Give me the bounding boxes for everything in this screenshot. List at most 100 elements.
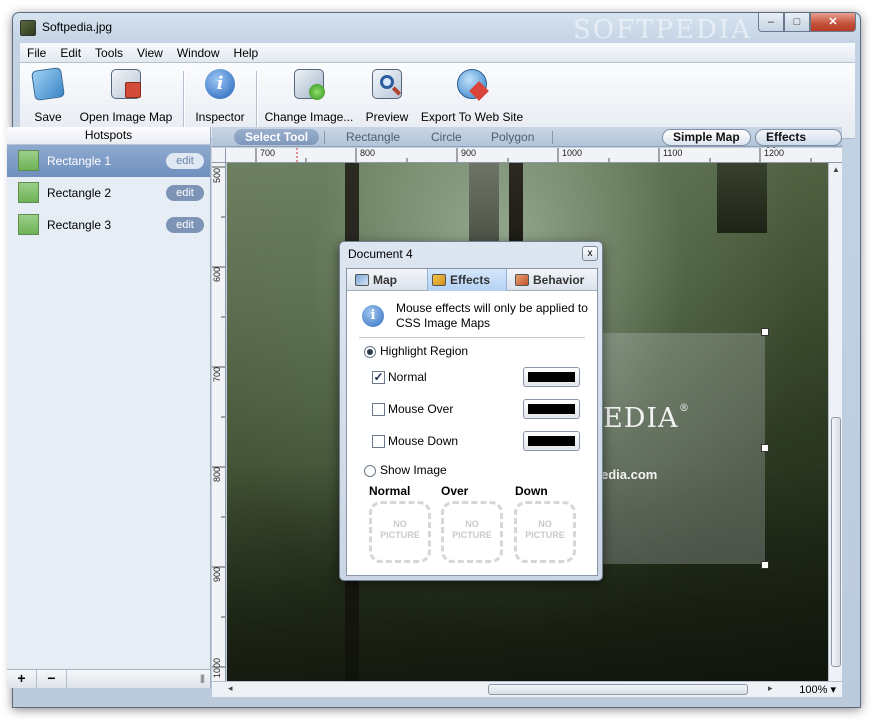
highlight-region-label: Highlight Region bbox=[380, 344, 469, 358]
scroll-up-arrow[interactable]: ▲ bbox=[832, 165, 840, 174]
ruler-label: 800 bbox=[360, 148, 376, 158]
hotspot-rectangle[interactable] bbox=[595, 333, 765, 564]
app-icon bbox=[20, 20, 36, 36]
vertical-scroll-thumb[interactable] bbox=[831, 417, 841, 667]
hotspot-label: Rectangle 1 bbox=[47, 154, 112, 168]
remove-hotspot-button[interactable]: − bbox=[37, 670, 67, 688]
ruler-label: 900 bbox=[461, 148, 477, 158]
chevron-down-icon: ▾ bbox=[830, 684, 836, 696]
behavior-icon bbox=[515, 274, 529, 286]
hotspots-panel: Hotspots Rectangle 1 edit Rectangle 2 ed… bbox=[7, 127, 211, 688]
vertical-scrollbar[interactable]: ▲ bbox=[828, 163, 842, 681]
menu-tools[interactable]: Tools bbox=[88, 43, 130, 62]
mouse-down-checkbox[interactable] bbox=[372, 435, 385, 448]
pencil-icon bbox=[432, 274, 446, 286]
menu-view[interactable]: View bbox=[130, 43, 170, 62]
mouse-over-checkbox[interactable] bbox=[372, 403, 385, 416]
column-normal-label: Normal bbox=[369, 484, 411, 498]
zoom-value: 100% bbox=[799, 684, 828, 696]
show-image-radio[interactable] bbox=[364, 465, 376, 477]
add-hotspot-button[interactable]: + bbox=[7, 670, 37, 688]
menu-help[interactable]: Help bbox=[227, 43, 266, 62]
hotspot-edit-button[interactable]: edit bbox=[166, 217, 204, 233]
minimize-button[interactable]: – bbox=[758, 13, 784, 32]
select-tool-button[interactable]: Select Tool bbox=[234, 129, 320, 145]
ruler-corner bbox=[212, 148, 226, 163]
tree-trunk bbox=[717, 163, 767, 233]
panel-tabs: Map Effects Behavior bbox=[347, 269, 597, 291]
hotspot-item[interactable]: Rectangle 2 edit bbox=[7, 177, 210, 209]
tab-behavior[interactable]: Behavior bbox=[511, 269, 588, 291]
ruler-label: 600 bbox=[212, 266, 222, 282]
hotspot-edit-button[interactable]: edit bbox=[166, 185, 204, 201]
open-image-map-button[interactable]: Open Image Map bbox=[76, 69, 176, 124]
menu-window[interactable]: Window bbox=[170, 43, 227, 62]
save-button[interactable]: Save bbox=[26, 67, 70, 124]
open-image-map-icon bbox=[111, 69, 141, 99]
circle-tool-button[interactable]: Circle bbox=[431, 129, 462, 145]
info-icon: i bbox=[362, 305, 384, 327]
over-image-well[interactable]: NO PICTURE bbox=[441, 501, 503, 563]
inspector-button[interactable]: i Inspector bbox=[190, 69, 250, 124]
ruler-label: 1100 bbox=[663, 148, 683, 158]
scroll-left-arrow[interactable]: ◂ bbox=[228, 683, 233, 694]
ruler-label: 1000 bbox=[212, 657, 222, 678]
rectangle-tool-button[interactable]: Rectangle bbox=[346, 129, 400, 145]
normal-image-well[interactable]: NO PICTURE bbox=[369, 501, 431, 563]
horizontal-scrollbar[interactable]: ◂ ▸ 100% ▾ bbox=[212, 681, 842, 697]
ruler-label: 700 bbox=[212, 366, 222, 382]
export-button[interactable]: Export To Web Site bbox=[420, 69, 524, 124]
hotspot-swatch bbox=[18, 182, 39, 203]
mouse-down-color-well[interactable] bbox=[523, 431, 580, 451]
column-down-label: Down bbox=[515, 484, 548, 498]
resize-grip[interactable]: ||| bbox=[200, 673, 205, 683]
horizontal-scroll-thumb[interactable] bbox=[488, 684, 748, 695]
panel-close-button[interactable]: x bbox=[582, 246, 598, 261]
change-image-button[interactable]: Change Image... bbox=[263, 69, 355, 124]
menu-bar: File Edit Tools View Window Help bbox=[20, 43, 855, 63]
menu-edit[interactable]: Edit bbox=[53, 43, 88, 62]
menu-file[interactable]: File bbox=[20, 43, 53, 62]
maximize-button[interactable]: □ bbox=[784, 13, 810, 32]
magnifier-icon bbox=[372, 69, 402, 99]
tool-separator bbox=[324, 131, 325, 144]
info-icon: i bbox=[205, 69, 235, 99]
effects-map-button[interactable]: Effects Map bbox=[755, 129, 842, 159]
resize-handle[interactable] bbox=[761, 444, 769, 452]
hotspot-swatch bbox=[18, 214, 39, 235]
panel-title: Document 4 bbox=[348, 247, 413, 261]
resize-handle[interactable] bbox=[761, 561, 769, 569]
hotspots-header: Hotspots bbox=[7, 127, 210, 145]
scroll-right-arrow[interactable]: ▸ bbox=[768, 683, 773, 694]
preview-button[interactable]: Preview bbox=[362, 69, 412, 124]
tab-map[interactable]: Map bbox=[351, 269, 401, 291]
simple-map-button[interactable]: Simple Map bbox=[662, 129, 751, 146]
tool-bar: Select Tool Rectangle Circle Polygon Sim… bbox=[212, 127, 842, 159]
resize-handle[interactable] bbox=[761, 328, 769, 336]
hotspot-edit-button[interactable]: edit bbox=[166, 153, 204, 169]
show-image-label: Show Image bbox=[380, 463, 447, 477]
hotspot-item[interactable]: Rectangle 1 edit bbox=[7, 145, 210, 177]
horizontal-ruler: 700 800 900 1000 1100 1200 bbox=[226, 148, 842, 163]
registered-mark: ® bbox=[679, 403, 689, 414]
mouse-down-label: Mouse Down bbox=[388, 434, 459, 448]
save-icon bbox=[31, 67, 65, 101]
down-image-well[interactable]: NO PICTURE bbox=[514, 501, 576, 563]
hotspot-label: Rectangle 2 bbox=[47, 186, 112, 200]
tab-effects[interactable]: Effects bbox=[427, 269, 507, 291]
panel-body: Map Effects Behavior i Mouse effects wil… bbox=[346, 268, 598, 576]
tool-separator bbox=[552, 131, 553, 144]
normal-checkbox[interactable]: ✓ bbox=[372, 371, 385, 384]
mouse-over-color-well[interactable] bbox=[523, 399, 580, 419]
ruler-label: 700 bbox=[260, 148, 276, 158]
info-message: Mouse effects will only be applied to CS… bbox=[396, 301, 588, 330]
highlight-region-radio[interactable] bbox=[364, 346, 376, 358]
close-button[interactable]: ✕ bbox=[810, 13, 856, 32]
title-bar: Softpedia.jpg SOFTPEDIA – □ ✕ bbox=[13, 13, 860, 45]
normal-color-well[interactable] bbox=[523, 367, 580, 387]
zoom-select[interactable]: 100% ▾ bbox=[799, 683, 836, 696]
hotspot-item[interactable]: Rectangle 3 edit bbox=[7, 209, 210, 241]
polygon-tool-button[interactable]: Polygon bbox=[491, 129, 534, 145]
vertical-ruler: 500 600 700 800 900 1000 bbox=[212, 163, 226, 681]
map-icon bbox=[355, 274, 369, 286]
